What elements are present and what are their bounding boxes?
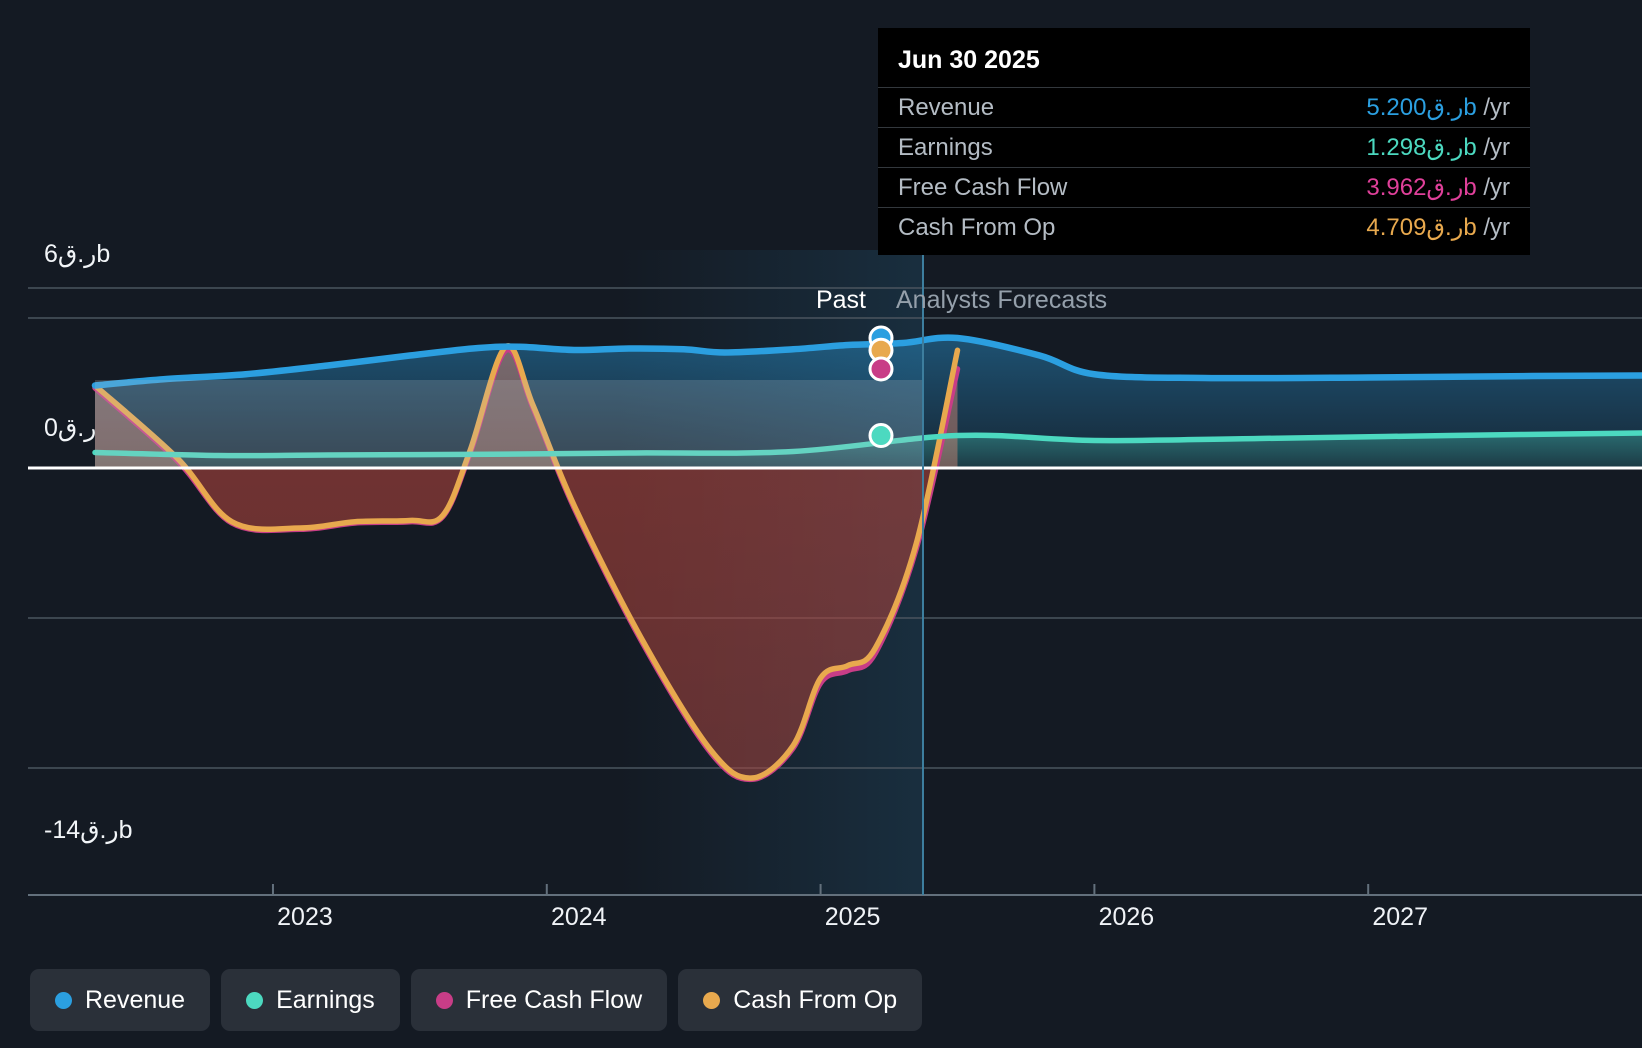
tooltip-value-amount: 1.298ر.قb — [1366, 134, 1477, 161]
tooltip-row-label: Cash From Op — [878, 207, 1228, 247]
legend-item-revenue[interactable]: Revenue — [30, 969, 211, 1031]
tooltip-row-value: 3.962ر.قb /yr — [1227, 167, 1530, 208]
chart-legend[interactable]: Revenue Earnings Free Cash Flow Cash From O… — [30, 969, 923, 1031]
tooltip-date: Jun 30 2025 — [898, 46, 1040, 74]
free-cash-flow-marker[interactable] — [868, 356, 894, 382]
earnings-marker[interactable] — [868, 423, 894, 449]
tooltip-row: Free Cash Flow 3.962ر.قb /yr — [878, 167, 1530, 208]
y-axis-bottom-label: -14ر.قb — [44, 816, 132, 845]
tooltip-value-suffix: /yr — [1476, 134, 1510, 161]
x-axis-year-label: 2025 — [825, 903, 881, 931]
tooltip-row-label: Free Cash Flow — [878, 167, 1228, 208]
legend-item-earnings[interactable]: Earnings — [221, 969, 400, 1031]
past-label: Past — [816, 286, 866, 314]
x-axis-year-label: 2027 — [1372, 903, 1428, 931]
x-axis-year-label: 2023 — [277, 903, 333, 931]
legend-item-cash-from-op[interactable]: Cash From Op — [678, 969, 923, 1031]
tooltip-value-amount: 3.962ر.قb — [1366, 174, 1477, 201]
legend-item-label: Cash From Op — [733, 985, 898, 1014]
analysts-forecasts-label: Analysts Forecasts — [896, 286, 1107, 314]
y-axis-top-label: 6ر.قb — [44, 240, 110, 269]
legend-color-dot-icon — [55, 991, 72, 1009]
tooltip-row-value: 5.200ر.قb /yr — [1227, 87, 1530, 128]
value-tooltip: Jun 30 2025 Revenue 5.200ر.قb /yr Earnings… — [878, 28, 1530, 255]
tooltip-value-amount: 5.200ر.قb — [1366, 94, 1477, 121]
tooltip-row-value: 4.709ر.قb /yr — [1227, 207, 1530, 247]
legend-item-free-cash-flow[interactable]: Free Cash Flow — [410, 969, 668, 1031]
tooltip-table: Revenue 5.200ر.قb /yr Earnings 1.298ر.قb /y… — [878, 87, 1530, 247]
legend-item-label: Free Cash Flow — [465, 985, 643, 1014]
x-axis-year-label: 2024 — [551, 903, 607, 931]
tooltip-row-value: 1.298ر.قb /yr — [1227, 127, 1530, 168]
legend-color-dot-icon — [435, 991, 453, 1009]
tooltip-row-label: Revenue — [878, 87, 1228, 128]
hover-highlight-band — [95, 380, 923, 468]
tooltip-row: Cash From Op 4.709ر.قb /yr — [878, 207, 1530, 247]
legend-color-dot-icon — [246, 991, 264, 1009]
tooltip-value-suffix: /yr — [1476, 214, 1510, 241]
x-axis-year-label: 2026 — [1099, 903, 1155, 931]
chart-root: 6ر.قb 0ر.ق -14ر.قb 2023 2024 2025 2026 2027 … — [0, 0, 1642, 1048]
legend-item-label: Earnings — [276, 985, 375, 1014]
legend-item-label: Revenue — [85, 985, 186, 1014]
tooltip-value-suffix: /yr — [1476, 94, 1510, 121]
tooltip-value-amount: 4.709ر.قb — [1366, 214, 1477, 241]
tooltip-row: Revenue 5.200ر.قb /yr — [878, 87, 1530, 128]
tooltip-row-label: Earnings — [878, 127, 1228, 168]
legend-color-dot-icon — [703, 991, 721, 1009]
tooltip-row: Earnings 1.298ر.قb /yr — [878, 127, 1530, 168]
y-axis-zero-label: 0ر.ق — [44, 414, 96, 443]
tooltip-value-suffix: /yr — [1476, 174, 1510, 201]
